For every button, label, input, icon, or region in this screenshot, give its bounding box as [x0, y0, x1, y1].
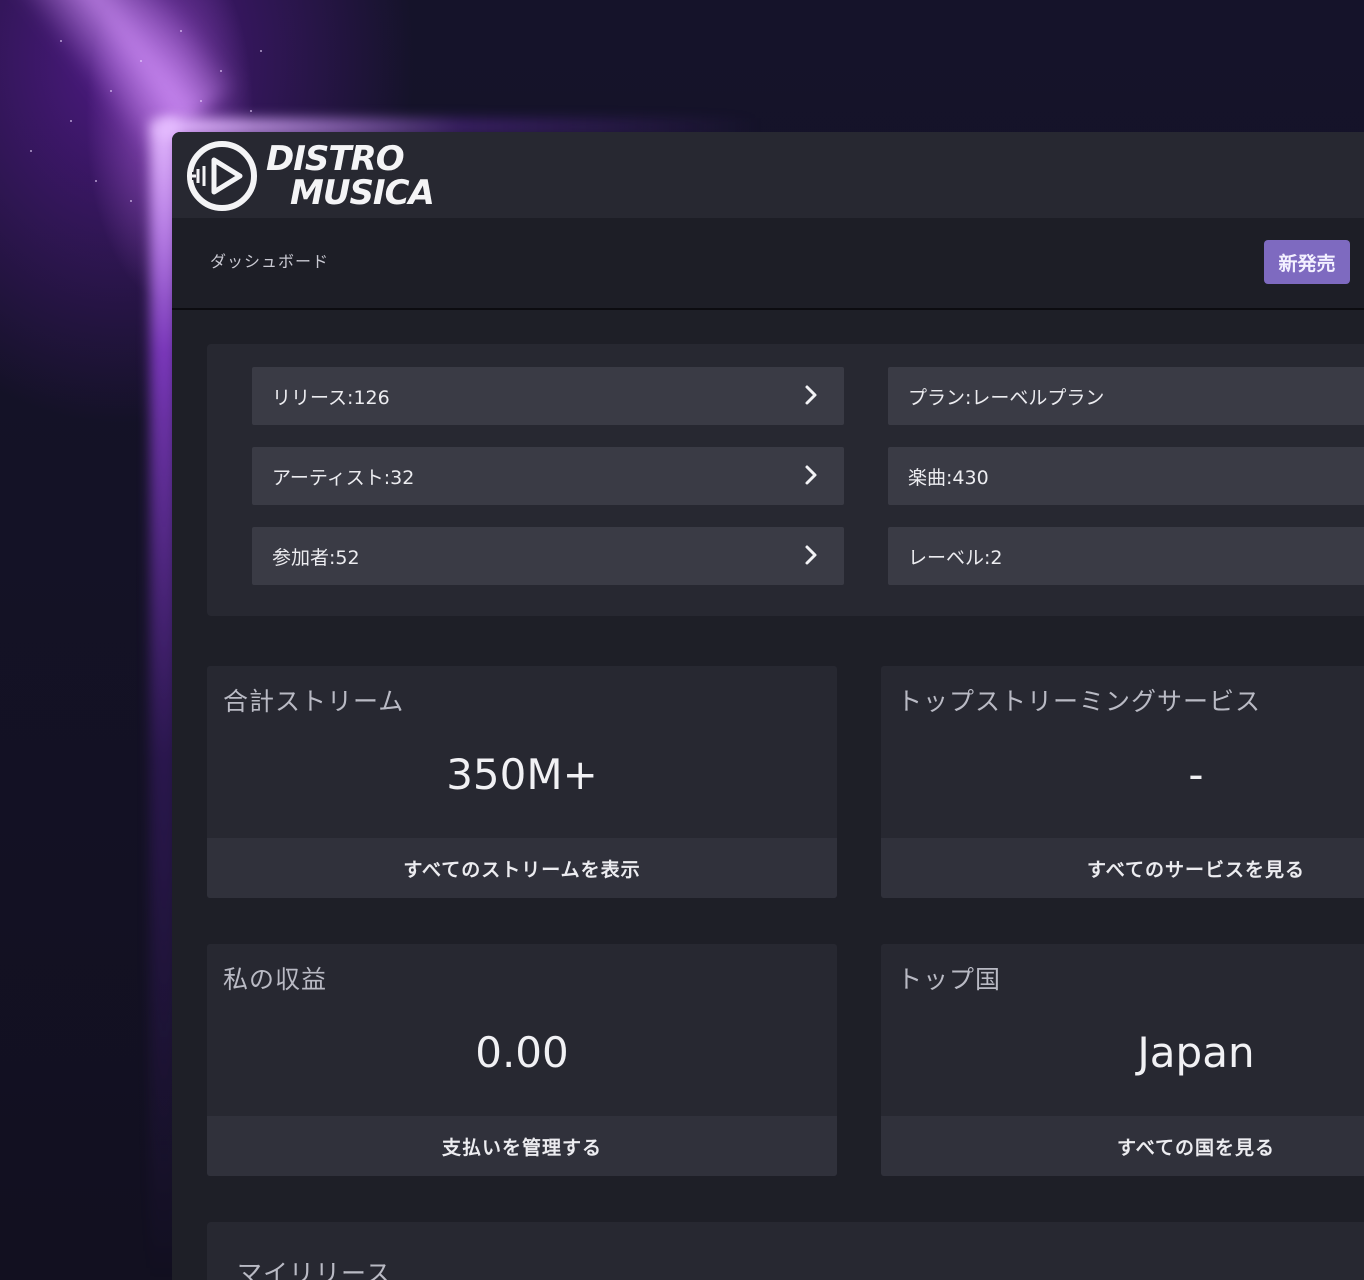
stat-label: 楽曲:430 — [908, 466, 989, 489]
card-value: 350M+ — [446, 750, 598, 799]
card-value: Japan — [1137, 1028, 1255, 1077]
stat-label: リリース:126 — [272, 386, 390, 409]
section-title: マイリリース — [237, 1259, 392, 1280]
my-releases-card: マイリリース — [207, 1222, 1364, 1280]
total-streams-card: 合計ストリーム 350M+ すべてのストリームを表示 — [207, 666, 837, 898]
logo-wordmark: DISTRO MUSICA — [266, 142, 435, 213]
stat-label: アーティスト:32 — [272, 466, 415, 489]
dashboard-window: DISTRO MUSICA ダッシュボード 新発売 リリース:126 アーティス… — [172, 132, 1364, 1280]
view-all-streams-button[interactable]: すべてのストリームを表示 — [207, 838, 837, 898]
stat-plan: プラン:レーベルプラン — [888, 367, 1364, 425]
stat-labels: レーベル:2 — [888, 527, 1364, 585]
view-all-services-button[interactable]: すべてのサービスを見る — [881, 838, 1364, 898]
summary-card: リリース:126 アーティスト:32 参加者:52 プラン:レーベルプラン 楽曲… — [207, 344, 1364, 616]
chevron-right-icon — [805, 385, 817, 405]
card-title: 合計ストリーム — [223, 687, 405, 716]
card-value: - — [1188, 750, 1204, 799]
page-header: ダッシュボード 新発売 — [172, 218, 1364, 310]
card-title: トップストリーミングサービス — [897, 687, 1262, 716]
stat-tracks: 楽曲:430 — [888, 447, 1364, 505]
stat-artists[interactable]: アーティスト:32 — [252, 447, 844, 505]
logo-line-2: MUSICA — [290, 173, 435, 213]
earnings-card: 私の収益 0.00 支払いを管理する — [207, 944, 837, 1176]
view-all-countries-button[interactable]: すべての国を見る — [881, 1116, 1364, 1176]
card-title: 私の収益 — [223, 965, 328, 994]
stat-label: 参加者:52 — [272, 546, 360, 569]
stat-releases[interactable]: リリース:126 — [252, 367, 844, 425]
play-logo-icon — [187, 141, 257, 211]
app-logo[interactable]: DISTRO MUSICA — [184, 138, 435, 214]
top-services-card: トップストリーミングサービス - すべてのサービスを見る — [881, 666, 1364, 898]
stat-participants[interactable]: 参加者:52 — [252, 527, 844, 585]
breadcrumb[interactable]: ダッシュボード — [210, 248, 329, 272]
stat-label: レーベル:2 — [908, 546, 1003, 569]
stat-label: プラン:レーベルプラン — [908, 386, 1105, 409]
top-country-card: トップ国 Japan すべての国を見る — [881, 944, 1364, 1176]
card-value: 0.00 — [475, 1028, 569, 1077]
chevron-right-icon — [805, 465, 817, 485]
chevron-right-icon — [805, 545, 817, 565]
manage-payments-button[interactable]: 支払いを管理する — [207, 1116, 837, 1176]
new-release-button[interactable]: 新発売 — [1264, 240, 1350, 284]
card-title: トップ国 — [897, 965, 1002, 994]
top-navbar: DISTRO MUSICA — [172, 132, 1364, 218]
